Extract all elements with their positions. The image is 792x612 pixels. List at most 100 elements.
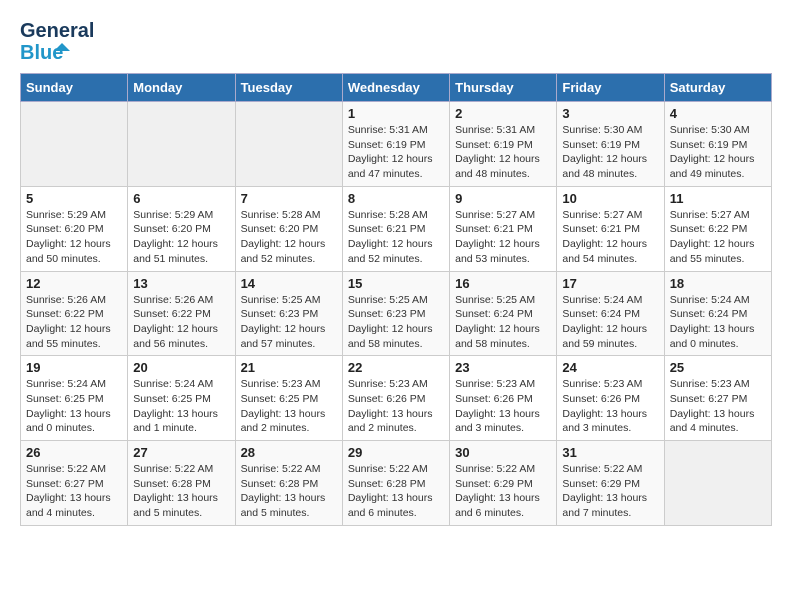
calendar-week-row: 5 Sunrise: 5:29 AM Sunset: 6:20 PM Daylig… [21, 186, 772, 271]
day-number: 10 [562, 191, 658, 206]
calendar-day-cell: 16Sunrise: 5:25 AM Sunset: 6:24 PM Dayli… [450, 271, 557, 356]
day-number: 26 [26, 445, 122, 460]
calendar-day-cell: 30 Sunrise: 5:22 AM Sunset: 6:29 PM Dayli… [450, 441, 557, 526]
weekday-header-wednesday: Wednesday [342, 74, 449, 102]
calendar-day-cell [664, 441, 771, 526]
calendar-table: SundayMondayTuesdayWednesdayThursdayFrid… [20, 73, 772, 526]
day-info: Sunrise: 5:23 AM Sunset: 6:26 PM Dayligh… [562, 377, 658, 436]
day-number: 31 [562, 445, 658, 460]
day-number: 29 [348, 445, 444, 460]
day-number: 25 [670, 360, 766, 375]
day-number: 7 [241, 191, 337, 206]
day-info: Sunrise: 5:30 AM Sunset: 6:19 PM Dayligh… [670, 123, 766, 182]
day-info: Sunrise: 5:23 AM Sunset: 6:26 PM Dayligh… [348, 377, 444, 436]
calendar-day-cell: 27 Sunrise: 5:22 AM Sunset: 6:28 PM Dayli… [128, 441, 235, 526]
calendar-day-cell: 23 Sunrise: 5:23 AM Sunset: 6:26 PM Dayli… [450, 356, 557, 441]
day-number: 3 [562, 106, 658, 121]
logo-general-text: General [20, 20, 94, 42]
calendar-day-cell: 21 Sunrise: 5:23 AM Sunset: 6:25 PM Dayli… [235, 356, 342, 441]
calendar-day-cell: 20 Sunrise: 5:24 AM Sunset: 6:25 PM Dayli… [128, 356, 235, 441]
weekday-header-saturday: Saturday [664, 74, 771, 102]
day-number: 27 [133, 445, 229, 460]
calendar-day-cell: 13 Sunrise: 5:26 AM Sunset: 6:22 PM Dayli… [128, 271, 235, 356]
calendar-day-cell: 29Sunrise: 5:22 AM Sunset: 6:28 PM Dayli… [342, 441, 449, 526]
calendar-day-cell: 31 Sunrise: 5:22 AM Sunset: 6:29 PM Dayli… [557, 441, 664, 526]
weekday-header-row: SundayMondayTuesdayWednesdayThursdayFrid… [21, 74, 772, 102]
logo-combined: General Blue [20, 20, 94, 63]
day-info: Sunrise: 5:23 AM Sunset: 6:26 PM Dayligh… [455, 377, 551, 436]
day-info: Sunrise: 5:22 AM Sunset: 6:29 PM Dayligh… [455, 462, 551, 521]
calendar-day-cell: 25 Sunrise: 5:23 AM Sunset: 6:27 PM Dayli… [664, 356, 771, 441]
calendar-day-cell: 19Sunrise: 5:24 AM Sunset: 6:25 PM Dayli… [21, 356, 128, 441]
day-info: Sunrise: 5:31 AM Sunset: 6:19 PM Dayligh… [455, 123, 551, 182]
calendar-day-cell: 11 Sunrise: 5:27 AM Sunset: 6:22 PM Dayli… [664, 186, 771, 271]
day-info: Sunrise: 5:26 AM Sunset: 6:22 PM Dayligh… [26, 293, 122, 352]
calendar-day-cell: 10 Sunrise: 5:27 AM Sunset: 6:21 PM Dayli… [557, 186, 664, 271]
day-number: 13 [133, 276, 229, 291]
day-info: Sunrise: 5:24 AM Sunset: 6:24 PM Dayligh… [562, 293, 658, 352]
calendar-day-cell: 17Sunrise: 5:24 AM Sunset: 6:24 PM Dayli… [557, 271, 664, 356]
page-header: General Blue [20, 20, 772, 63]
calendar-day-cell [235, 102, 342, 187]
day-info: Sunrise: 5:26 AM Sunset: 6:22 PM Dayligh… [133, 293, 229, 352]
weekday-header-tuesday: Tuesday [235, 74, 342, 102]
day-info: Sunrise: 5:24 AM Sunset: 6:24 PM Dayligh… [670, 293, 766, 352]
calendar-day-cell: 14 Sunrise: 5:25 AM Sunset: 6:23 PM Dayli… [235, 271, 342, 356]
calendar-week-row: 19 Sunrise: 5:24 AM Sunset: 6:25 PM Dayli… [21, 356, 772, 441]
day-info: Sunrise: 5:28 AM Sunset: 6:20 PM Dayligh… [241, 208, 337, 267]
day-number: 14 [241, 276, 337, 291]
day-info: Sunrise: 5:28 AM Sunset: 6:21 PM Dayligh… [348, 208, 444, 267]
day-info: Sunrise: 5:23 AM Sunset: 6:25 PM Dayligh… [241, 377, 337, 436]
logo-blue-text: Blue [20, 43, 70, 63]
day-info: Sunrise: 5:25 AM Sunset: 6:23 PM Dayligh… [241, 293, 337, 352]
logo: General Blue [20, 20, 94, 63]
day-number: 11 [670, 191, 766, 206]
day-number: 4 [670, 106, 766, 121]
day-number: 9 [455, 191, 551, 206]
day-info: Sunrise: 5:27 AM Sunset: 6:21 PM Dayligh… [455, 208, 551, 267]
calendar-day-cell: 18 Sunrise: 5:24 AM Sunset: 6:24 PM Dayli… [664, 271, 771, 356]
day-info: Sunrise: 5:27 AM Sunset: 6:21 PM Dayligh… [562, 208, 658, 267]
weekday-header-thursday: Thursday [450, 74, 557, 102]
day-info: Sunrise: 5:22 AM Sunset: 6:28 PM Dayligh… [133, 462, 229, 521]
day-info: Sunrise: 5:23 AM Sunset: 6:27 PM Dayligh… [670, 377, 766, 436]
calendar-day-cell: 9 Sunrise: 5:27 AM Sunset: 6:21 PM Daylig… [450, 186, 557, 271]
calendar-week-row: 12 Sunrise: 5:26 AM Sunset: 6:22 PM Dayli… [21, 271, 772, 356]
day-number: 8 [348, 191, 444, 206]
day-number: 23 [455, 360, 551, 375]
calendar-day-cell: 12 Sunrise: 5:26 AM Sunset: 6:22 PM Dayli… [21, 271, 128, 356]
day-number: 21 [241, 360, 337, 375]
svg-text:Blue: Blue [20, 43, 63, 63]
calendar-day-cell: 4 Sunrise: 5:30 AM Sunset: 6:19 PM Daylig… [664, 102, 771, 187]
day-info: Sunrise: 5:25 AM Sunset: 6:24 PM Dayligh… [455, 293, 551, 352]
day-number: 19 [26, 360, 122, 375]
day-info: Sunrise: 5:22 AM Sunset: 6:27 PM Dayligh… [26, 462, 122, 521]
day-number: 30 [455, 445, 551, 460]
day-info: Sunrise: 5:22 AM Sunset: 6:28 PM Dayligh… [241, 462, 337, 521]
calendar-day-cell: 3Sunrise: 5:30 AM Sunset: 6:19 PM Daylig… [557, 102, 664, 187]
day-number: 28 [241, 445, 337, 460]
day-number: 6 [133, 191, 229, 206]
calendar-day-cell: 28 Sunrise: 5:22 AM Sunset: 6:28 PM Dayli… [235, 441, 342, 526]
calendar-day-cell: 15Sunrise: 5:25 AM Sunset: 6:23 PM Dayli… [342, 271, 449, 356]
day-info: Sunrise: 5:29 AM Sunset: 6:20 PM Dayligh… [26, 208, 122, 267]
calendar-day-cell: 26 Sunrise: 5:22 AM Sunset: 6:27 PM Dayli… [21, 441, 128, 526]
day-number: 18 [670, 276, 766, 291]
calendar-week-row: 26 Sunrise: 5:22 AM Sunset: 6:27 PM Dayli… [21, 441, 772, 526]
calendar-day-cell: 2Sunrise: 5:31 AM Sunset: 6:19 PM Daylig… [450, 102, 557, 187]
calendar-day-cell: 5 Sunrise: 5:29 AM Sunset: 6:20 PM Daylig… [21, 186, 128, 271]
weekday-header-friday: Friday [557, 74, 664, 102]
day-info: Sunrise: 5:27 AM Sunset: 6:22 PM Dayligh… [670, 208, 766, 267]
day-info: Sunrise: 5:24 AM Sunset: 6:25 PM Dayligh… [133, 377, 229, 436]
day-info: Sunrise: 5:25 AM Sunset: 6:23 PM Dayligh… [348, 293, 444, 352]
day-info: Sunrise: 5:22 AM Sunset: 6:29 PM Dayligh… [562, 462, 658, 521]
day-info: Sunrise: 5:29 AM Sunset: 6:20 PM Dayligh… [133, 208, 229, 267]
calendar-day-cell [21, 102, 128, 187]
day-number: 24 [562, 360, 658, 375]
day-number: 5 [26, 191, 122, 206]
day-number: 12 [26, 276, 122, 291]
calendar-day-cell: 8 Sunrise: 5:28 AM Sunset: 6:21 PM Daylig… [342, 186, 449, 271]
weekday-header-sunday: Sunday [21, 74, 128, 102]
day-number: 20 [133, 360, 229, 375]
calendar-day-cell: 6 Sunrise: 5:29 AM Sunset: 6:20 PM Daylig… [128, 186, 235, 271]
